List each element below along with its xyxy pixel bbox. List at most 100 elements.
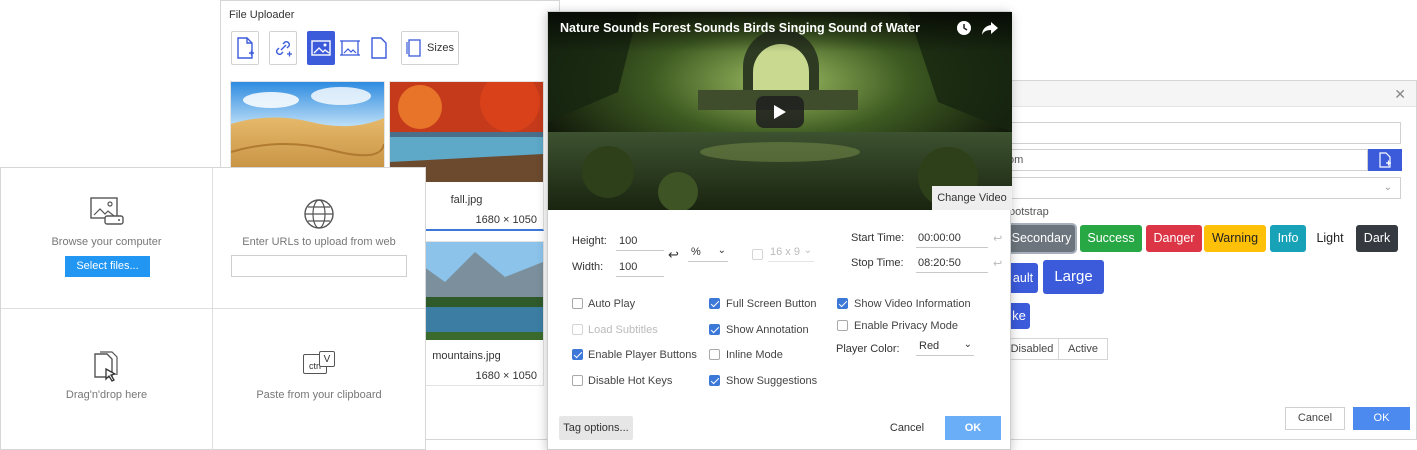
enter-urls-tile[interactable]: Enter URLs to upload from web [213, 168, 425, 309]
show-annotation-checkbox[interactable] [709, 324, 720, 335]
new-file-button[interactable] [231, 31, 259, 65]
height-input[interactable]: 100 [616, 231, 664, 251]
stop-time-value: 08:20:50 [918, 257, 961, 269]
document-view-button[interactable] [365, 31, 393, 65]
start-time-label: Start Time: [851, 232, 905, 244]
uploader-title: File Uploader [229, 9, 295, 21]
warning-button[interactable]: Warning [1204, 225, 1266, 252]
enable-privacy-mode-label: Enable Privacy Mode [854, 320, 958, 332]
computer-image-icon [90, 197, 124, 225]
auto-play-checkbox[interactable] [572, 298, 583, 309]
paste-label: Paste from your clipboard [256, 389, 382, 401]
sizes-label: Sizes [427, 42, 454, 54]
drag-drop-tile[interactable]: Drag'n'drop here [1, 309, 213, 450]
browse-computer-tile[interactable]: Browse your computer Select files... [1, 168, 213, 309]
auto-play-label: Auto Play [588, 298, 636, 310]
large-size-button[interactable]: Large [1043, 260, 1104, 294]
play-icon [774, 105, 786, 119]
paste-clipboard-tile[interactable]: ctrl V Paste from your clipboard [213, 309, 425, 450]
full-screen-button-checkbox[interactable] [709, 298, 720, 309]
play-button[interactable] [756, 96, 804, 128]
load-subtitles-label: Load Subtitles [588, 324, 658, 336]
select-files-button[interactable]: Select files... [65, 256, 150, 277]
show-suggestions-label: Show Suggestions [726, 375, 818, 387]
width-value: 100 [619, 261, 638, 273]
file-dimensions: 1680 × 1050 [475, 214, 537, 226]
video-dialog: Nature Sounds Forest Sounds Birds Singin… [547, 11, 1012, 450]
watch-later-icon[interactable] [956, 20, 972, 36]
player-color-select[interactable]: Red ⌄ [916, 336, 974, 356]
width-label: Width: [572, 261, 604, 273]
ratio-checkbox[interactable] [752, 249, 763, 260]
player-color-label: Player Color: [836, 343, 900, 355]
height-label: Height: [572, 235, 607, 247]
show-video-information-checkbox[interactable] [837, 298, 848, 309]
disable-hot-keys-label: Disable Hot Keys [588, 375, 673, 387]
link-input[interactable]: om [1006, 149, 1368, 171]
light-button[interactable]: Light [1310, 225, 1350, 252]
block-button[interactable]: ke [1008, 303, 1030, 329]
show-annotation-label: Show Annotation [726, 324, 809, 336]
unit-select[interactable]: % ⌄ [688, 242, 728, 262]
enable-player-buttons-checkbox[interactable] [572, 349, 583, 360]
ok-button[interactable]: OK [1353, 407, 1410, 430]
inline-mode-checkbox[interactable] [709, 349, 720, 360]
change-video-button[interactable]: Change Video [932, 186, 1012, 210]
tag-options-button[interactable]: Tag options... [559, 416, 633, 440]
load-subtitles-checkbox[interactable] [572, 324, 583, 335]
active-state-button[interactable]: Active [1058, 338, 1108, 360]
reset-start-icon[interactable]: ↩ [993, 232, 1002, 245]
chevron-down-icon: ⌄ [803, 245, 812, 256]
globe-icon [304, 199, 334, 229]
add-link-button[interactable] [269, 31, 297, 65]
height-value: 100 [619, 235, 638, 247]
ratio-value: 16 x 9 [770, 246, 800, 258]
close-icon[interactable]: ✕ [1394, 86, 1406, 103]
url-input[interactable] [231, 255, 407, 277]
video-preview[interactable]: Nature Sounds Forest Sounds Birds Singin… [548, 12, 1012, 210]
enable-privacy-mode-checkbox[interactable] [837, 320, 848, 331]
image-view-button[interactable] [307, 31, 335, 65]
urls-label: Enter URLs to upload from web [242, 236, 396, 248]
text-input[interactable] [1006, 122, 1401, 144]
start-time-value: 00:00:00 [918, 232, 961, 244]
target-select[interactable]: ⌄ [1006, 177, 1401, 199]
start-time-input[interactable]: 00:00:00 [916, 228, 988, 248]
disabled-state-button[interactable]: Disabled [1006, 338, 1059, 360]
crop-image-icon [340, 40, 360, 56]
dialog-header: ✕ [1006, 81, 1416, 107]
width-input[interactable]: 100 [616, 257, 664, 277]
crop-image-button[interactable] [336, 31, 364, 65]
danger-button[interactable]: Danger [1146, 225, 1202, 252]
link-ratio-icon[interactable]: ↩ [668, 247, 679, 263]
stop-time-input[interactable]: 08:20:50 [916, 253, 988, 273]
browse-link-button[interactable] [1368, 149, 1402, 171]
upload-sources-panel: Browse your computer Select files... Ent… [0, 167, 426, 450]
section-label: ootstrap [1009, 206, 1049, 218]
file-link-icon [1379, 152, 1391, 168]
ok-button[interactable]: OK [945, 416, 1001, 440]
default-size-button[interactable]: ault [1008, 263, 1038, 293]
disable-hot-keys-checkbox[interactable] [572, 375, 583, 386]
enable-player-buttons-label: Enable Player Buttons [588, 349, 697, 361]
v-key-icon: V [319, 351, 335, 367]
sizes-button[interactable]: Sizes [401, 31, 459, 65]
link-icon [276, 41, 292, 57]
ratio-select[interactable]: 16 x 9 ⌄ [768, 242, 814, 262]
info-button[interactable]: Info [1270, 225, 1306, 252]
cancel-button[interactable]: Cancel [881, 416, 933, 440]
secondary-button[interactable]: Secondary [1008, 225, 1075, 252]
show-suggestions-checkbox[interactable] [709, 375, 720, 386]
new-file-icon [237, 37, 254, 59]
reset-stop-icon[interactable]: ↩ [993, 257, 1002, 270]
image-icon [311, 40, 331, 56]
cancel-button[interactable]: Cancel [1285, 407, 1345, 430]
file-card[interactable] [230, 81, 385, 182]
chevron-down-icon: ⌄ [963, 339, 972, 350]
dark-button[interactable]: Dark [1356, 225, 1398, 252]
inline-mode-label: Inline Mode [726, 349, 783, 361]
video-title[interactable]: Nature Sounds Forest Sounds Birds Singin… [560, 21, 920, 35]
share-icon[interactable] [981, 20, 999, 36]
chevron-down-icon: ⌄ [717, 245, 726, 256]
success-button[interactable]: Success [1080, 225, 1142, 252]
